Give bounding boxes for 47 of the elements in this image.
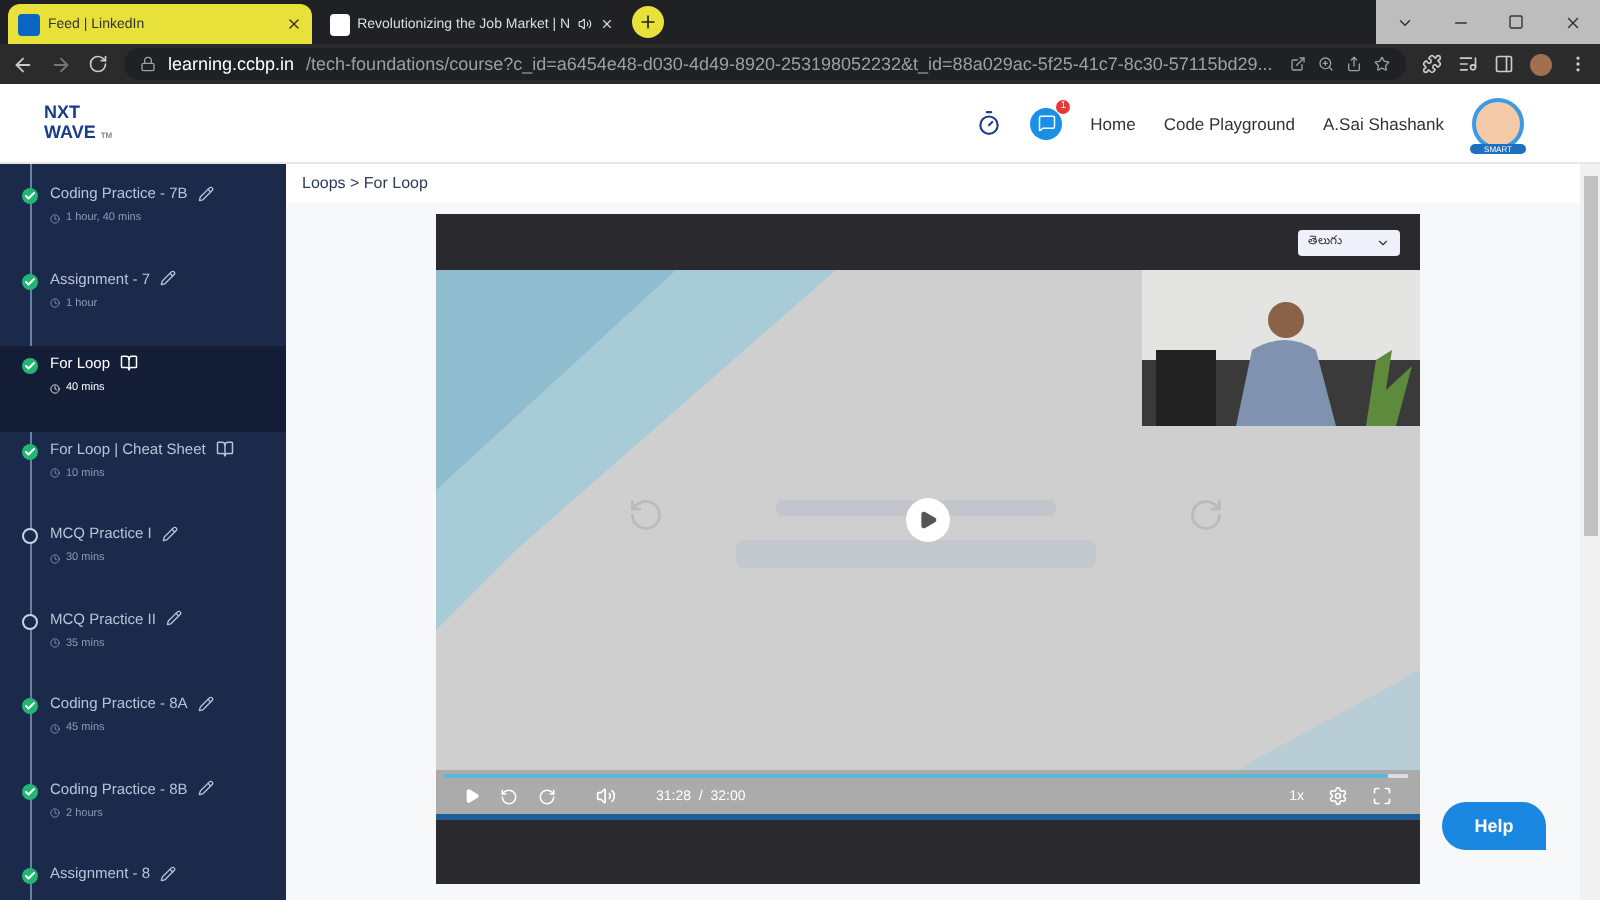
new-tab-button[interactable] bbox=[632, 6, 664, 38]
clock-icon bbox=[50, 638, 60, 648]
nav-link[interactable]: Code Playground bbox=[1163, 113, 1296, 133]
book-icon bbox=[215, 439, 234, 457]
profile-icon[interactable] bbox=[1530, 53, 1552, 75]
pencil-icon bbox=[165, 610, 182, 626]
clock-icon bbox=[50, 553, 60, 563]
speaker-icon bbox=[578, 16, 593, 32]
settings-icon[interactable] bbox=[1328, 786, 1348, 806]
panel-icon[interactable] bbox=[1494, 54, 1514, 74]
chevron-icon bbox=[1376, 235, 1390, 249]
forward-icon[interactable] bbox=[538, 787, 556, 805]
scrollbar-thumb[interactable] bbox=[1583, 176, 1597, 536]
volume-icon[interactable] bbox=[596, 786, 616, 806]
book-icon bbox=[120, 354, 139, 372]
clock-icon bbox=[50, 383, 60, 393]
fullscreen-icon[interactable] bbox=[1372, 786, 1392, 806]
plus-icon bbox=[638, 12, 658, 32]
clock-icon bbox=[50, 213, 60, 223]
pencil-icon bbox=[160, 270, 177, 286]
extension-icon[interactable] bbox=[1422, 54, 1442, 74]
pencil-icon bbox=[160, 865, 177, 881]
clock-icon bbox=[50, 723, 60, 733]
pencil-icon bbox=[197, 780, 214, 796]
close-icon[interactable] bbox=[286, 16, 302, 32]
clock-icon bbox=[50, 468, 60, 478]
breadcrumb: Loops > For Loop bbox=[286, 164, 1580, 202]
site-icon bbox=[18, 13, 40, 35]
page-icon bbox=[330, 13, 350, 35]
nav-link[interactable]: Home bbox=[1090, 113, 1136, 133]
pencil-icon bbox=[161, 525, 178, 541]
chat-icon bbox=[1037, 114, 1056, 132]
play-icon[interactable] bbox=[464, 788, 480, 804]
play-icon bbox=[918, 510, 938, 530]
pencil-icon bbox=[197, 185, 214, 201]
help-button[interactable]: Help bbox=[1442, 802, 1546, 850]
stopwatch-icon[interactable] bbox=[976, 110, 1003, 136]
clock-icon bbox=[50, 298, 60, 308]
address-bar[interactable]: learning.ccbp.in /tech-foundations/course?c_id=a6454e48-d030-4d49-8920-253198052232&t_id=88a029ac-5f25-41c7-8c30-57115bd29... bbox=[124, 48, 1406, 80]
reload-icon[interactable] bbox=[88, 54, 108, 74]
back-icon[interactable] bbox=[12, 53, 34, 75]
rewind-icon[interactable] bbox=[500, 787, 518, 805]
user-name: A.Sai Shashank bbox=[1323, 113, 1444, 133]
forward-icon[interactable] bbox=[50, 53, 72, 75]
clock-icon bbox=[50, 808, 60, 818]
pencil-icon bbox=[197, 695, 214, 711]
media-icon[interactable] bbox=[1458, 54, 1478, 74]
